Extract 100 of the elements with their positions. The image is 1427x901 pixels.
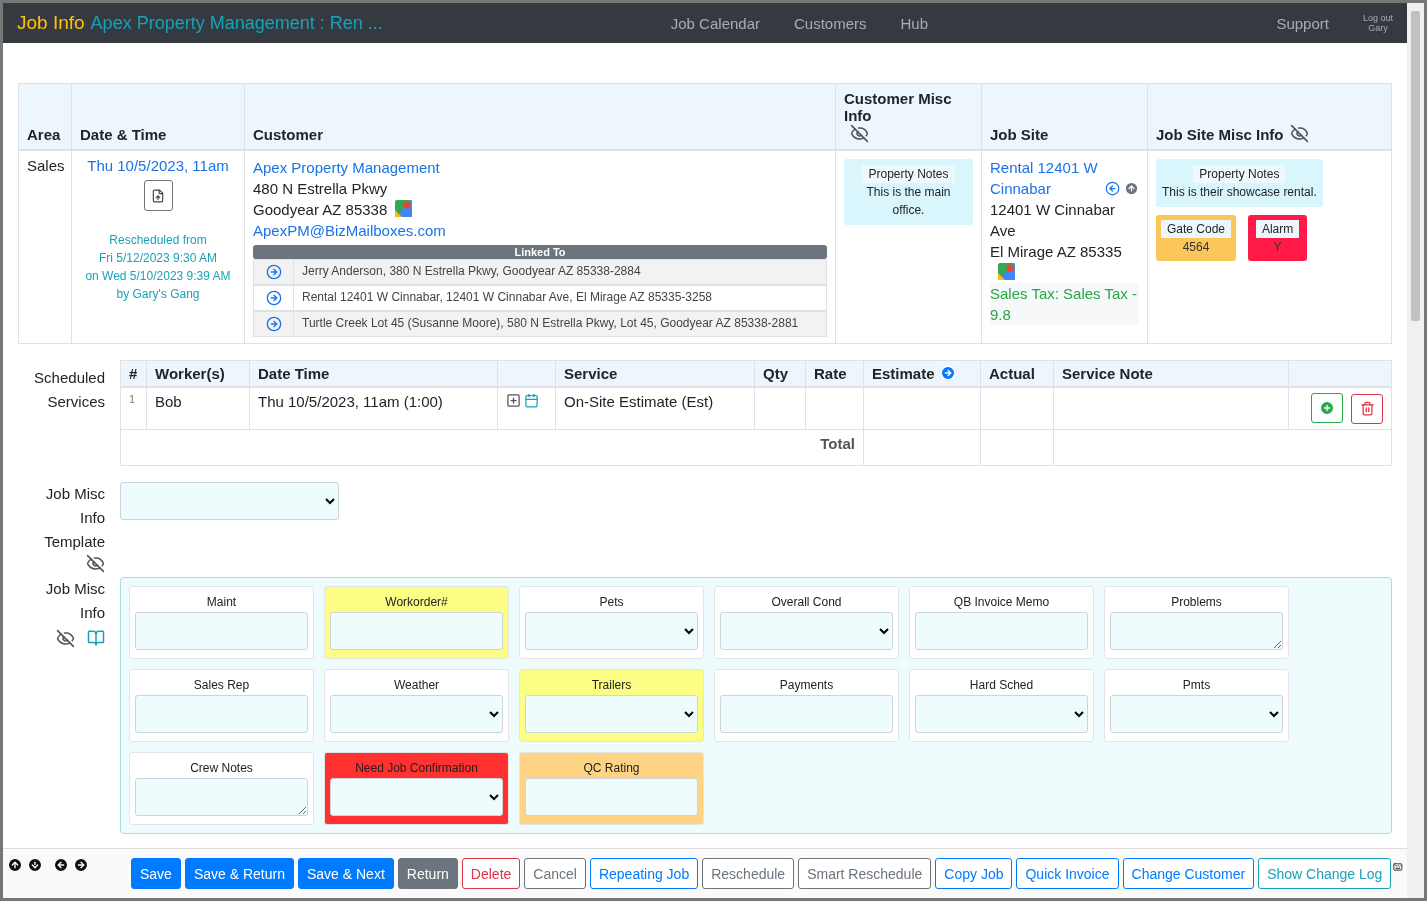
footer-button[interactable]: Quick Invoice — [1016, 858, 1119, 889]
eye-off-icon[interactable] — [1289, 124, 1309, 143]
text-field[interactable] — [720, 694, 893, 733]
field-label: Trailers — [590, 677, 633, 693]
column-header: Area — [27, 126, 61, 143]
eye-off-icon[interactable] — [56, 628, 75, 648]
field-label: QC Rating — [582, 760, 641, 776]
column-header: Estimate — [863, 360, 981, 387]
footer-button[interactable]: Reschedule — [702, 858, 795, 889]
dropdown-field[interactable] — [330, 777, 503, 816]
field-label: Workorder# — [384, 594, 449, 610]
field-label: Crew Notes — [189, 760, 254, 776]
eye-off-icon[interactable] — [86, 553, 105, 573]
nav-link[interactable]: Hub — [900, 14, 929, 32]
footer-button[interactable]: Save & Return — [184, 858, 294, 889]
dropdown-field[interactable] — [1110, 694, 1283, 733]
dropdown-field[interactable] — [525, 611, 698, 650]
table-cell: Bob — [155, 393, 182, 410]
add-square-icon[interactable] — [506, 393, 521, 408]
scrollbar-thumb[interactable] — [1411, 11, 1420, 321]
dropdown-field[interactable] — [525, 694, 698, 733]
date-link[interactable]: Thu 10/5/2023, 11am — [87, 157, 229, 174]
footer-button[interactable]: Cancel — [524, 858, 586, 889]
column-header: Qty — [754, 360, 806, 387]
address-text: El Mirage AZ 85335 — [990, 243, 1122, 260]
section-label: Scheduled Services — [33, 368, 105, 412]
text-field[interactable] — [135, 611, 308, 650]
plus-icon — [1319, 400, 1335, 416]
area-text: Sales — [27, 157, 65, 174]
eye-off-icon[interactable] — [850, 124, 869, 143]
footer-button[interactable]: Copy Job — [935, 858, 1013, 889]
text-field[interactable] — [330, 611, 503, 650]
column-header: Job Site — [990, 126, 1049, 143]
footer-button[interactable]: Save & Next — [298, 858, 394, 889]
notes-title: Property Notes — [1193, 165, 1286, 183]
column-header: Customer Misc Info — [844, 90, 953, 124]
file-upload-button[interactable] — [143, 180, 173, 211]
job-site-link[interactable]: Rental 12401 W Cinnabar — [990, 157, 1101, 199]
delete-button[interactable] — [1351, 393, 1383, 424]
badge-value: Y — [1272, 239, 1283, 256]
badge-label: Gate Code — [1161, 220, 1232, 238]
column-header: # — [120, 360, 147, 387]
section-label: Job Misc Info Template — [43, 483, 105, 552]
badge-value: 4564 — [1181, 239, 1211, 256]
column-header: Service Note — [1053, 360, 1289, 387]
text-field[interactable] — [915, 611, 1088, 650]
nav-link[interactable]: Job Calendar — [670, 14, 760, 32]
map-icon[interactable] — [998, 263, 1015, 280]
dropdown-field[interactable] — [915, 694, 1088, 733]
email-link[interactable]: ApexPM@BizMailboxes.com — [253, 222, 446, 239]
reschedule-note: Rescheduled from Fri 5/12/2023 9:30 AM on Wed 5/10/2023 9:39 AM by Gary's Gang — [84, 232, 232, 303]
linked-address: Rental 12401 W Cinnabar, 12401 W Cinnabar Ave, El Mirage AZ 85335-3258 — [301, 289, 714, 306]
column-header: Date Time — [249, 360, 498, 387]
total-label: Total — [820, 434, 855, 452]
address-text: 480 N Estrella Pkwy — [253, 180, 388, 197]
file-upload-icon — [151, 188, 165, 203]
map-icon[interactable] — [395, 200, 413, 217]
column-header: Worker(s) — [146, 360, 250, 387]
nav-link[interactable]: Customers — [794, 14, 867, 32]
arrow-down-icon[interactable] — [27, 857, 43, 873]
row-number: 1 — [129, 393, 136, 405]
footer-button[interactable]: Show Change Log — [1258, 858, 1392, 889]
footer-button[interactable]: Change Customer — [1122, 858, 1255, 889]
table-cell: On-Site Estimate (Est) — [564, 393, 714, 410]
footer-button[interactable]: Return — [397, 858, 458, 889]
field-label: Problems — [1170, 594, 1223, 610]
customer-link[interactable]: Apex Property Management — [253, 159, 440, 176]
column-header: Rate — [805, 360, 864, 387]
arrow-up-icon[interactable] — [7, 857, 23, 873]
address-text: 12401 W Cinnabar Ave — [990, 201, 1116, 239]
footer-button[interactable]: Save — [131, 858, 181, 889]
notes-title: Property Notes — [862, 165, 955, 183]
add-button[interactable] — [1311, 393, 1343, 423]
arrow-right-icon[interactable] — [73, 857, 89, 873]
footer-button[interactable]: Smart Reschedule — [798, 858, 932, 889]
dropdown-field[interactable] — [720, 611, 893, 650]
badge-label: Alarm — [1255, 220, 1300, 238]
footer-button[interactable]: Delete — [461, 858, 521, 889]
address-text: Goodyear AZ 85338 — [253, 201, 388, 218]
field-label: Pets — [598, 594, 625, 610]
field-label: Maint — [205, 594, 238, 610]
text-field[interactable] — [135, 694, 308, 733]
text-field[interactable] — [525, 777, 698, 816]
reader-icon[interactable] — [87, 628, 105, 647]
trash-icon — [1359, 401, 1375, 416]
field-label: Need Job Confirmation — [354, 760, 479, 776]
logout-link[interactable]: Log out Gary — [1362, 13, 1393, 33]
footer-button[interactable]: Repeating Job — [589, 858, 699, 889]
column-header: Customer — [253, 126, 323, 143]
dropdown-field[interactable] — [330, 694, 503, 733]
sales-tax-text: Sales Tax: Sales Tax - 9.8 — [990, 283, 1139, 325]
table-cell: Thu 10/5/2023, 11am (1:00) — [258, 393, 443, 410]
linked-address: Turtle Creek Lot 45 (Susanne Moore), 580 N Estrella Pkwy, Lot 45, Goodyear AZ 85338-2881 — [301, 315, 800, 332]
nav-link[interactable]: Support — [1276, 14, 1329, 32]
section-label: Job Misc Info — [44, 578, 105, 623]
column-header: Job Site Misc Info — [1156, 126, 1284, 143]
field-label: Payments — [778, 677, 835, 693]
field-label: Overall Cond — [770, 594, 843, 610]
column-header: Actual — [980, 360, 1054, 387]
page-title: Job Info — [17, 12, 85, 34]
